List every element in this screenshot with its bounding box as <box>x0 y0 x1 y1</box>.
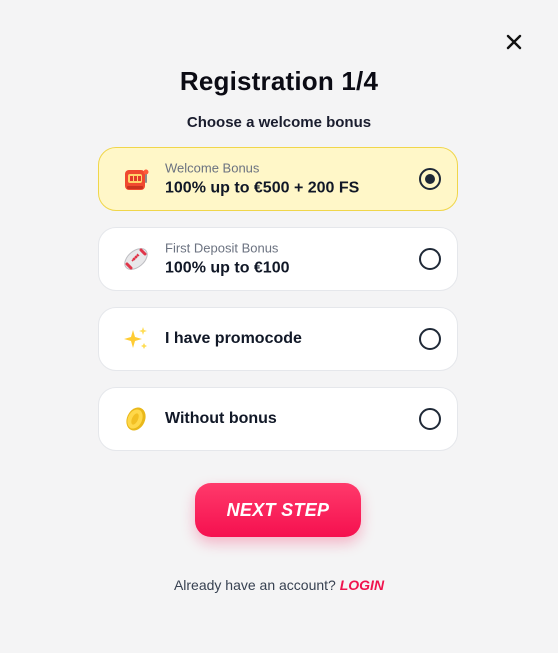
bonus-option-label-main: Without bonus <box>165 410 277 427</box>
next-step-button[interactable]: NEXT STEP <box>195 483 361 537</box>
bonus-option-label-main: I have promocode <box>165 330 302 347</box>
bonus-option-promocode[interactable]: I have promocode <box>98 307 458 371</box>
login-link[interactable]: LOGIN <box>340 577 384 593</box>
page-subtitle: Choose a welcome bonus <box>186 114 372 131</box>
close-icon <box>506 34 522 50</box>
radio-button[interactable] <box>419 328 441 350</box>
radio-dot <box>425 174 435 184</box>
radio-button[interactable] <box>419 248 441 270</box>
coin-icon <box>121 404 151 434</box>
close-button[interactable] <box>502 30 526 54</box>
login-prompt-text: Already have an account? <box>173 577 336 593</box>
sparkles-icon <box>121 324 151 354</box>
rugby-ball-icon <box>121 244 151 274</box>
registration-modal: Registration 1/4 Choose a welcome bonus … <box>0 0 558 653</box>
page-title: Registration 1/4 <box>179 66 379 96</box>
radio-button[interactable] <box>419 168 441 190</box>
bonus-option-label-small: Welcome Bonus <box>165 160 260 176</box>
bonus-option-label-main: 100% up to €100 <box>165 259 290 277</box>
bonus-option-label-small: First Deposit Bonus <box>165 240 279 256</box>
bonus-options-list: Welcome Bonus 100% up to €500 + 200 FS F… <box>98 147 458 467</box>
bonus-option-without[interactable]: Without bonus <box>98 387 458 451</box>
bonus-option-first-deposit[interactable]: First Deposit Bonus 100% up to €100 <box>98 227 458 291</box>
slot-machine-icon <box>121 164 151 194</box>
login-prompt: Already have an account? LOGIN <box>0 577 558 593</box>
bonus-option-welcome[interactable]: Welcome Bonus 100% up to €500 + 200 FS <box>98 147 458 211</box>
bonus-option-label-main: 100% up to €500 + 200 FS <box>165 179 360 197</box>
radio-button[interactable] <box>419 408 441 430</box>
